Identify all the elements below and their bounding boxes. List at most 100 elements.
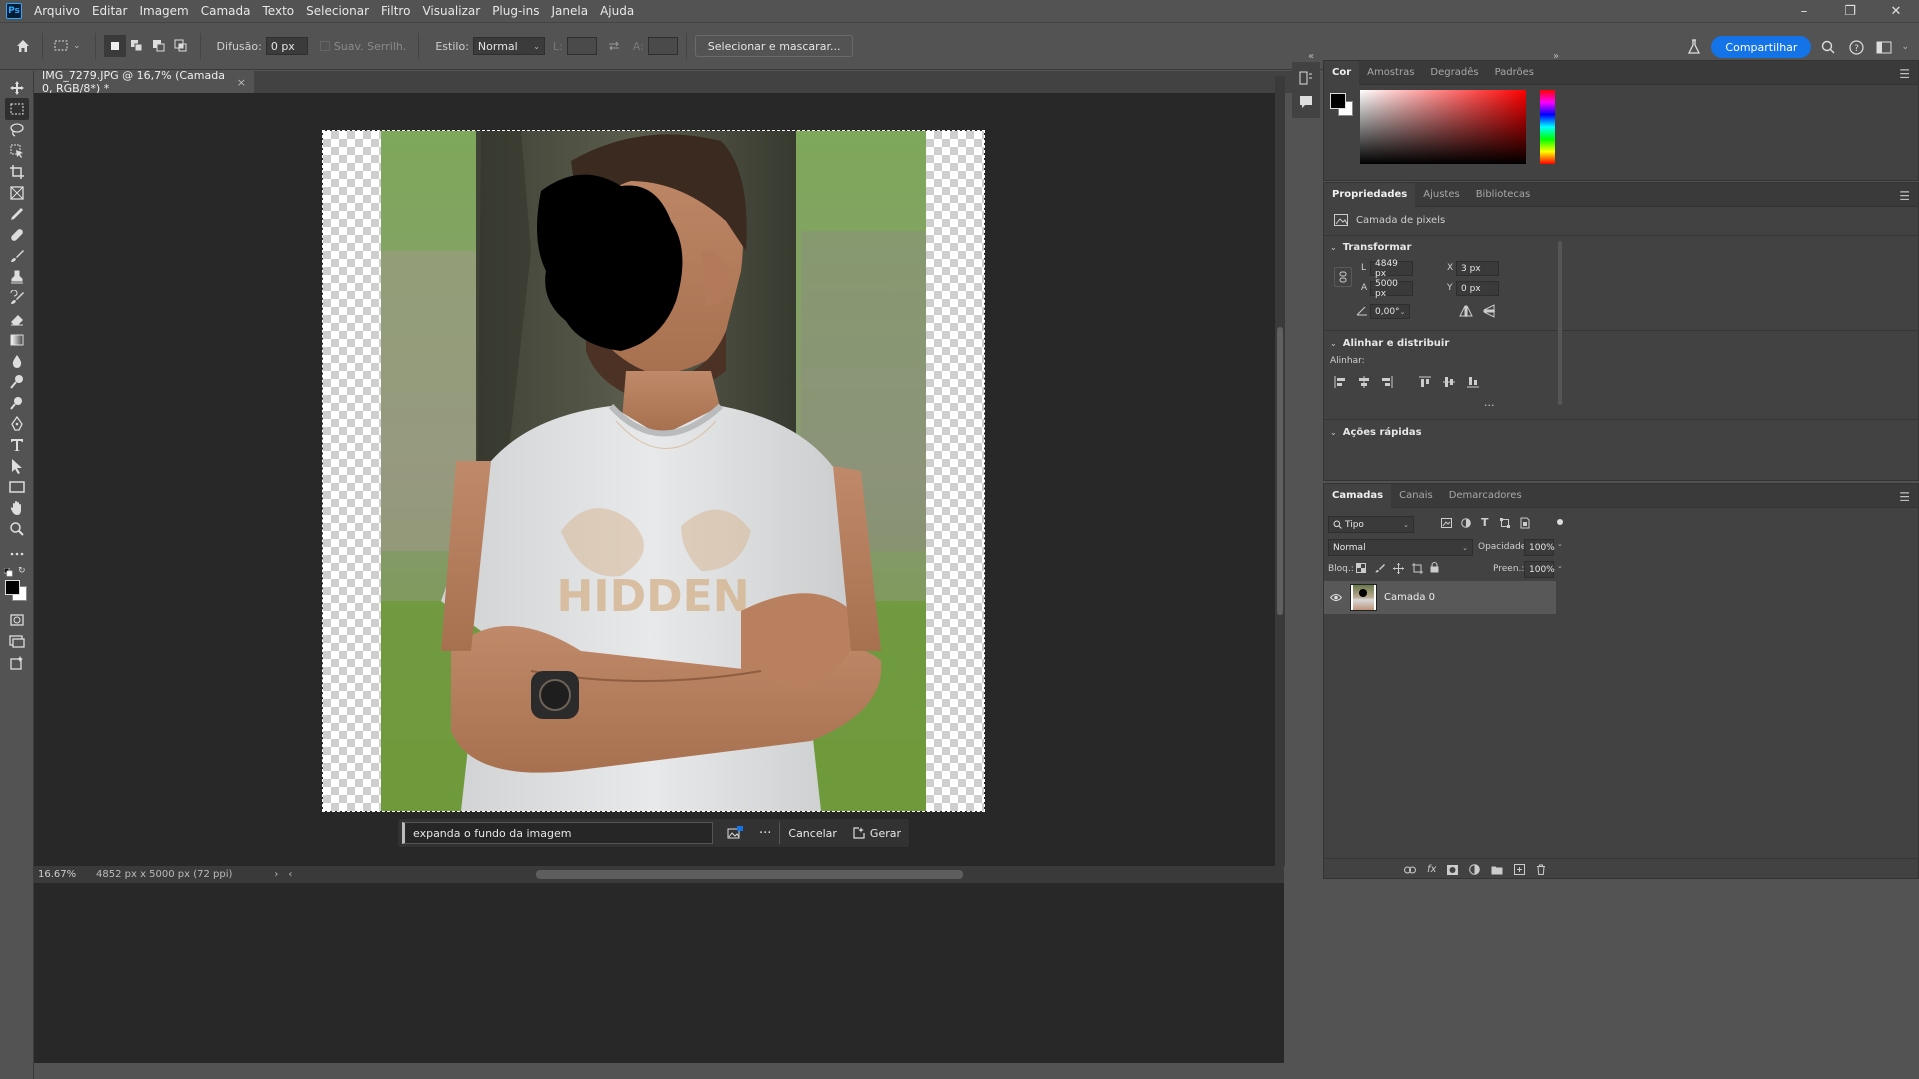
fx-icon[interactable]: fx bbox=[1427, 864, 1436, 875]
horizontal-scrollbar-thumb[interactable] bbox=[536, 870, 963, 879]
new-selection-icon[interactable] bbox=[103, 35, 126, 57]
close-window-button[interactable]: ✕ bbox=[1873, 0, 1919, 22]
align-more-button[interactable]: ··· bbox=[1484, 399, 1495, 412]
move-tool-icon[interactable] bbox=[5, 77, 29, 99]
align-horizontal-center-icon[interactable] bbox=[1358, 376, 1370, 388]
width-field[interactable]: 4849 px bbox=[1370, 259, 1413, 279]
tab-camadas[interactable]: Camadas bbox=[1324, 483, 1392, 508]
zoom-tool-icon[interactable] bbox=[5, 518, 29, 540]
document-canvas[interactable]: HIDDEN bbox=[322, 130, 985, 812]
collapse-panels-icon[interactable]: « bbox=[1308, 51, 1314, 62]
panel-menu-icon[interactable]: ☰ bbox=[1899, 189, 1910, 203]
crop-tool-icon[interactable] bbox=[5, 161, 29, 183]
brush-tool-icon[interactable] bbox=[5, 245, 29, 267]
angle-field[interactable]: 0,00° ⌄ bbox=[1370, 304, 1410, 319]
menu-filtro[interactable]: Filtro bbox=[375, 0, 416, 22]
share-button[interactable]: Compartilhar bbox=[1711, 36, 1812, 58]
add-mask-icon[interactable] bbox=[1447, 864, 1459, 875]
new-layer-icon[interactable] bbox=[1514, 864, 1526, 875]
filter-type-icon[interactable]: T bbox=[1481, 516, 1489, 529]
default-colors-icon[interactable] bbox=[3, 567, 13, 577]
align-left-icon[interactable] bbox=[1334, 376, 1346, 388]
tab-padroes[interactable]: Padrões bbox=[1487, 61, 1542, 85]
swap-colors-icon[interactable]: ↻ bbox=[18, 566, 28, 576]
foreground-color-swatch[interactable] bbox=[1330, 93, 1346, 109]
frame-tool-icon[interactable] bbox=[5, 182, 29, 204]
align-section-header[interactable]: ⌄ Alinhar e distribuir bbox=[1330, 338, 1449, 349]
menu-selecionar[interactable]: Selecionar bbox=[300, 0, 375, 22]
chevron-down-icon[interactable]: ⌄ bbox=[1557, 540, 1563, 548]
lock-transparency-icon[interactable] bbox=[1356, 563, 1366, 573]
lock-position-icon[interactable] bbox=[1393, 563, 1404, 574]
workspace-icon[interactable] bbox=[1873, 36, 1895, 58]
marquee-preset-icon[interactable] bbox=[51, 35, 73, 57]
menu-visualizar[interactable]: Visualizar bbox=[416, 0, 486, 22]
filter-shape-icon[interactable] bbox=[1500, 518, 1510, 528]
align-top-icon[interactable] bbox=[1419, 376, 1431, 388]
generative-fill-icon[interactable] bbox=[5, 652, 29, 674]
dodge-tool-icon[interactable] bbox=[5, 371, 29, 393]
hand-tool-icon[interactable] bbox=[5, 497, 29, 519]
eyedropper-tool-icon[interactable] bbox=[5, 203, 29, 225]
blur-tool-icon[interactable] bbox=[5, 350, 29, 372]
chevron-down-icon[interactable]: ⌄ bbox=[1557, 562, 1563, 570]
color-field[interactable] bbox=[1360, 90, 1526, 164]
filter-toggle[interactable] bbox=[1557, 519, 1563, 525]
comments-icon[interactable] bbox=[1298, 94, 1314, 113]
scroll-left-icon[interactable]: ‹ bbox=[288, 869, 292, 880]
y-field[interactable]: 0 px bbox=[1456, 281, 1499, 296]
foreground-color-swatch[interactable] bbox=[5, 580, 20, 595]
antialias-checkbox[interactable] bbox=[319, 41, 330, 51]
filter-pixel-icon[interactable] bbox=[1441, 518, 1452, 528]
document-tab[interactable]: IMG_7279.JPG @ 16,7% (Camada 0, RGB/8*) … bbox=[34, 69, 254, 95]
cancel-button[interactable]: Cancelar bbox=[780, 818, 845, 848]
eraser-tool-icon[interactable] bbox=[5, 308, 29, 330]
object-selection-tool-icon[interactable] bbox=[5, 140, 29, 162]
subtract-selection-icon[interactable] bbox=[148, 35, 170, 57]
type-tool-icon[interactable] bbox=[5, 434, 29, 456]
hue-slider[interactable] bbox=[1540, 90, 1555, 164]
close-tab-icon[interactable]: × bbox=[237, 76, 246, 89]
history-icon[interactable] bbox=[1298, 70, 1314, 89]
height-field[interactable]: 5000 px bbox=[1370, 279, 1413, 299]
zoom-level[interactable]: 16.67% bbox=[38, 869, 88, 880]
eye-icon[interactable] bbox=[1330, 593, 1342, 602]
generate-button[interactable]: Gerar bbox=[845, 818, 909, 848]
lock-artboard-icon[interactable] bbox=[1412, 563, 1423, 574]
vertical-scrollbar-thumb[interactable] bbox=[1277, 327, 1283, 615]
restore-button[interactable]: ❐ bbox=[1827, 0, 1873, 22]
feather-input[interactable]: 0 px bbox=[265, 37, 308, 55]
align-vertical-center-icon[interactable] bbox=[1443, 376, 1455, 388]
filter-adjustment-icon[interactable] bbox=[1461, 518, 1471, 528]
pen-tool-icon[interactable] bbox=[5, 413, 29, 435]
magnifier-dodge-icon[interactable] bbox=[5, 392, 29, 414]
rectangle-tool-icon[interactable] bbox=[5, 476, 29, 498]
minimize-button[interactable]: – bbox=[1781, 0, 1827, 22]
quick-mask-icon[interactable] bbox=[5, 609, 29, 631]
menu-camada[interactable]: Camada bbox=[195, 0, 257, 22]
layer-row[interactable]: Camada 0 bbox=[1324, 581, 1556, 614]
align-bottom-icon[interactable] bbox=[1467, 376, 1479, 388]
select-and-mask-button[interactable]: Selecionar e mascarar... bbox=[694, 35, 854, 57]
generative-prompt-input[interactable]: expanda o fundo da imagem bbox=[402, 822, 713, 844]
flip-horizontal-icon[interactable] bbox=[1459, 305, 1473, 317]
screen-mode-icon[interactable] bbox=[5, 630, 29, 652]
blend-mode-select[interactable]: Normal ⌄ bbox=[1328, 539, 1473, 556]
menu-editar[interactable]: Editar bbox=[86, 0, 134, 22]
x-field[interactable]: 3 px bbox=[1456, 261, 1499, 276]
delete-layer-icon[interactable] bbox=[1536, 864, 1546, 875]
help-icon[interactable]: ? bbox=[1845, 36, 1867, 58]
menu-janela[interactable]: Janela bbox=[546, 0, 595, 22]
align-right-icon[interactable] bbox=[1381, 376, 1393, 388]
quick-actions-section-header[interactable]: ⌄ Ações rápidas bbox=[1330, 427, 1422, 438]
healing-brush-tool-icon[interactable] bbox=[5, 224, 29, 246]
menu-plugins[interactable]: Plug-ins bbox=[486, 0, 545, 22]
new-adjustment-icon[interactable] bbox=[1469, 864, 1481, 875]
link-layers-icon[interactable] bbox=[1404, 866, 1416, 874]
filter-smart-object-icon[interactable] bbox=[1520, 517, 1530, 529]
panel-menu-icon[interactable]: ☰ bbox=[1899, 67, 1910, 81]
history-brush-tool-icon[interactable] bbox=[5, 287, 29, 309]
gradient-tool-icon[interactable] bbox=[5, 329, 29, 351]
lock-all-icon[interactable] bbox=[1430, 562, 1439, 573]
tab-cor[interactable]: Cor bbox=[1324, 60, 1360, 85]
